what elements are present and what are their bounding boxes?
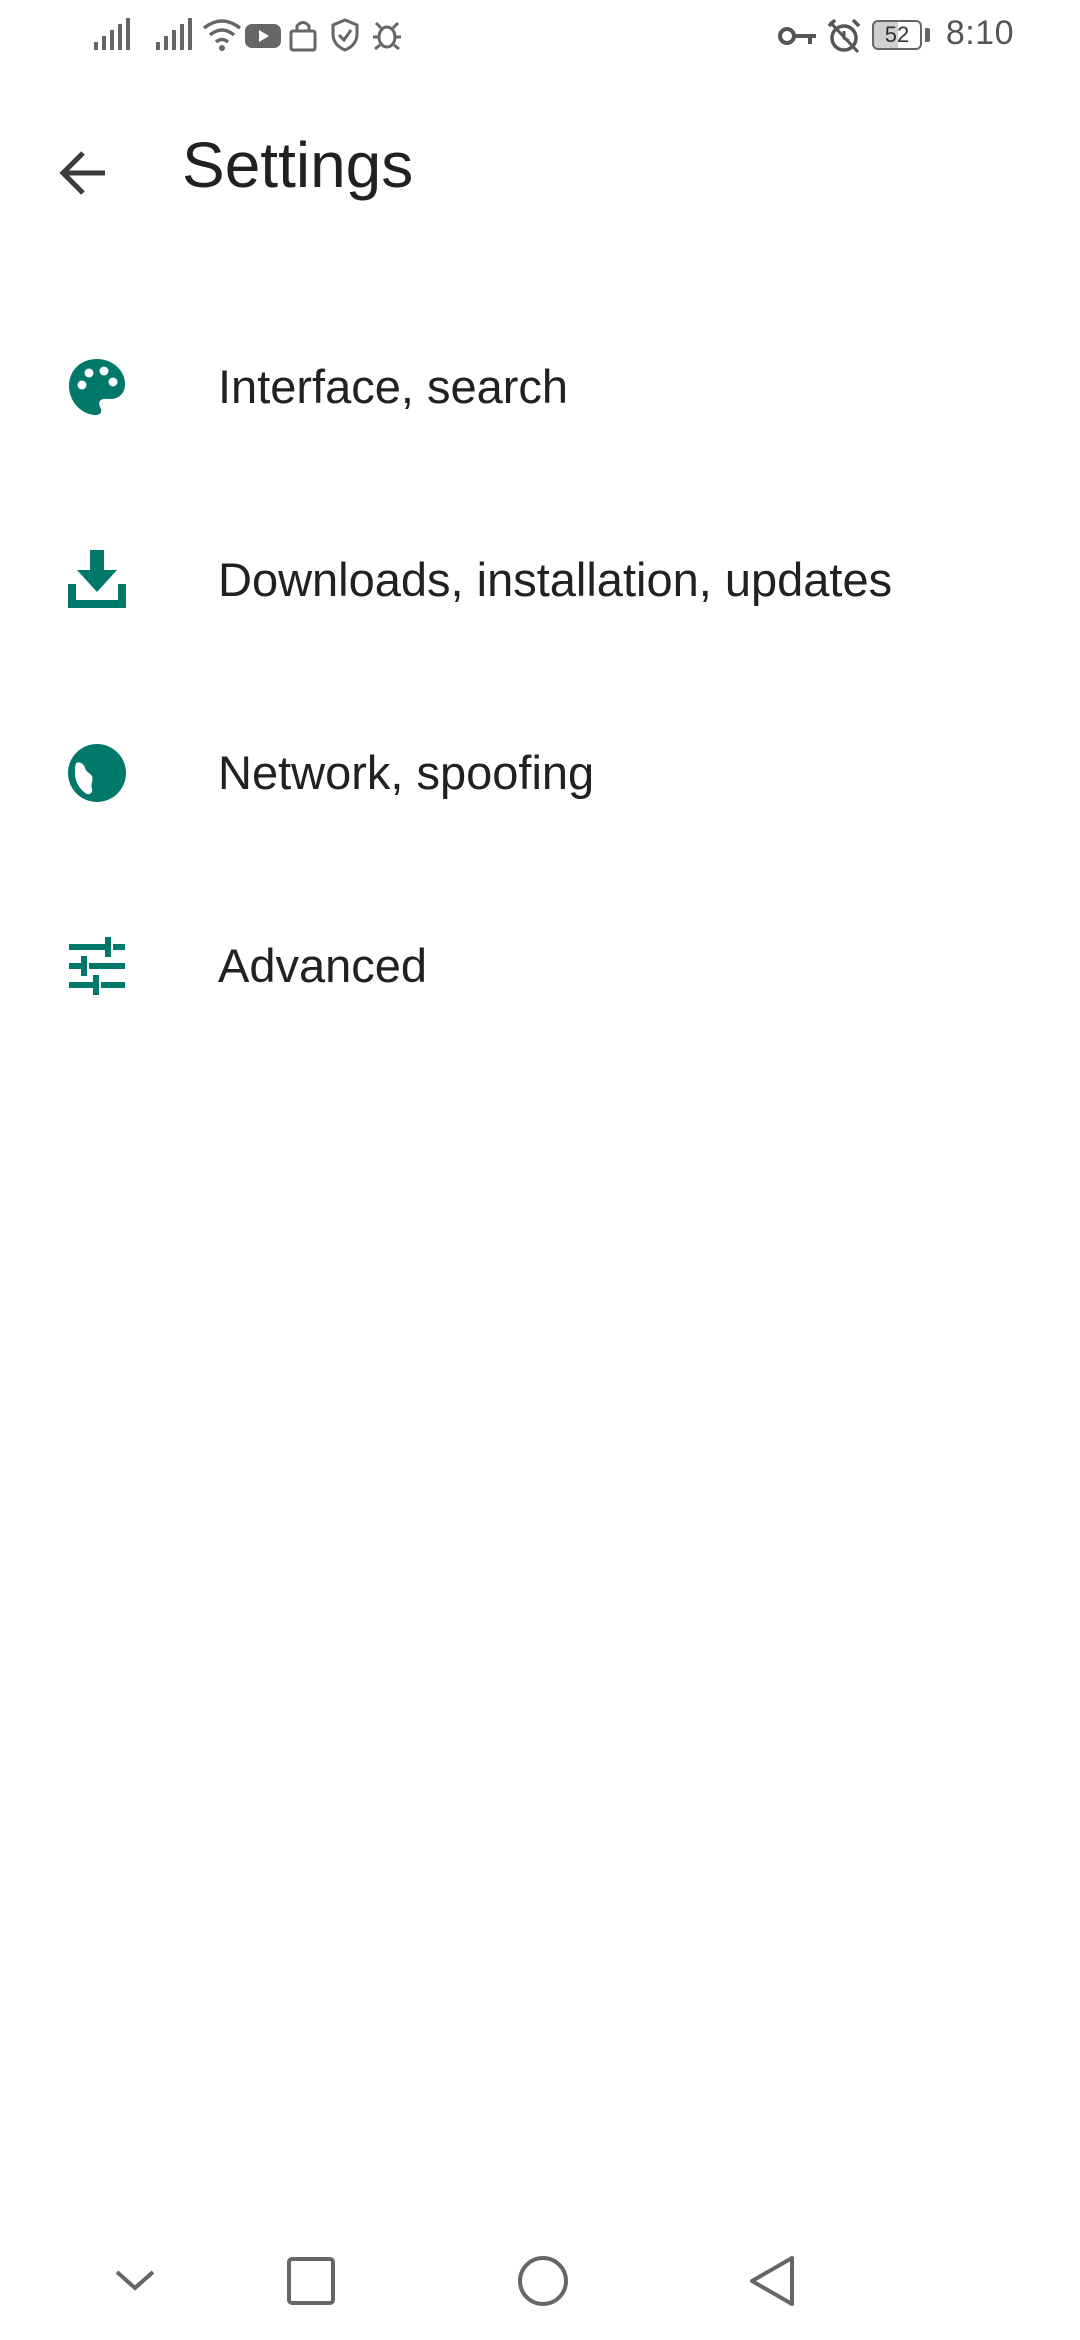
- status-bar: 52 8:10: [0, 0, 1080, 72]
- arrow-back-icon: [55, 145, 111, 206]
- download-icon: [62, 545, 132, 615]
- nav-collapse-button[interactable]: [90, 2238, 180, 2328]
- settings-item-label: Network, spoofing: [218, 746, 595, 799]
- alarm-icon: [826, 18, 862, 54]
- settings-item-label: Interface, search: [218, 360, 569, 413]
- battery-icon: 52: [872, 20, 922, 50]
- status-time: 8:10: [945, 14, 1014, 52]
- tune-icon: [62, 931, 132, 1001]
- youtube-icon: [244, 18, 282, 52]
- recents-square-icon: [286, 2256, 336, 2311]
- settings-item-downloads[interactable]: Downloads, installation, updates: [0, 483, 1080, 676]
- settings-list: Interface, search Downloads, installatio…: [0, 290, 1080, 1062]
- settings-item-label: Downloads, installation, updates: [218, 553, 893, 606]
- navigation-bar: [0, 2220, 1080, 2340]
- back-triangle-icon: [746, 2254, 800, 2313]
- signal-icon: [154, 18, 194, 52]
- app-bar: Settings: [0, 100, 1080, 240]
- back-button[interactable]: [38, 130, 128, 220]
- battery-level: 52: [884, 22, 910, 47]
- shield-icon: [330, 18, 360, 52]
- wifi-icon: [202, 18, 242, 52]
- battery-tip: [925, 28, 930, 42]
- bug-icon: [372, 18, 402, 52]
- signal-icon: [92, 18, 132, 52]
- settings-item-label: Advanced: [218, 939, 428, 992]
- vpn-key-icon: [778, 22, 818, 50]
- nav-recents-button[interactable]: [266, 2238, 356, 2328]
- lock-icon: [288, 18, 318, 52]
- nav-back-button[interactable]: [728, 2238, 818, 2328]
- settings-item-advanced[interactable]: Advanced: [0, 869, 1080, 1062]
- settings-item-network[interactable]: Network, spoofing: [0, 676, 1080, 869]
- home-circle-icon: [516, 2254, 570, 2313]
- palette-icon: [62, 352, 132, 422]
- nav-home-button[interactable]: [498, 2238, 588, 2328]
- chevron-down-icon: [111, 2266, 159, 2301]
- settings-screen: 52 8:10 Settings Interface, search Downl…: [0, 0, 1080, 2340]
- globe-icon: [62, 738, 132, 808]
- settings-item-interface-search[interactable]: Interface, search: [0, 290, 1080, 483]
- page-title: Settings: [182, 129, 414, 201]
